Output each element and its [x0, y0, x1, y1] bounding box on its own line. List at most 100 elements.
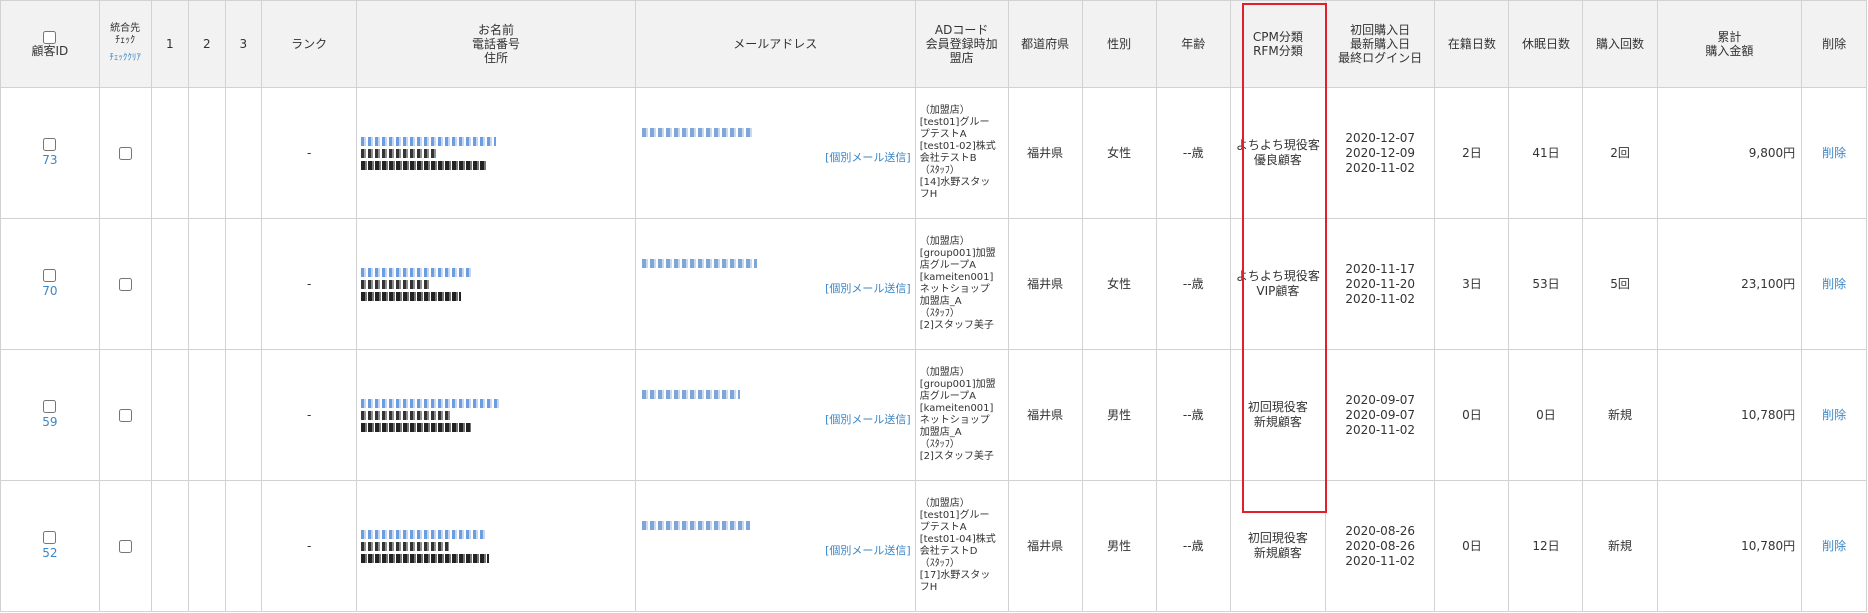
customer-id-link[interactable]: 59	[42, 415, 57, 429]
header-col-2: 2	[188, 0, 226, 88]
rank-cell: -	[260, 87, 358, 219]
customer-id-link[interactable]: 73	[42, 153, 57, 167]
days-enrolled-cell: 0日	[1434, 480, 1510, 612]
rank-cell: -	[260, 480, 358, 612]
header-rank: ランク	[260, 0, 358, 88]
redacted-name	[361, 136, 497, 146]
col-2-cell	[188, 349, 226, 481]
table-row: 73 - [個別メール送信] （加盟店） [test01]グルー プテストA […	[0, 87, 1867, 219]
col-1-cell	[150, 349, 190, 481]
header-email: メールアドレス	[634, 0, 916, 88]
redacted-email	[641, 521, 750, 530]
purchase-count-cell: 2回	[1582, 87, 1658, 219]
table-row: 70 - [個別メール送信] （加盟店） [group001]加盟 店グループA…	[0, 218, 1867, 350]
row-select-checkbox[interactable]	[43, 269, 57, 282]
header-name-phone-address: お名前 電話番号 住所	[356, 0, 636, 88]
gender-cell: 女性	[1081, 87, 1157, 219]
email-cell: [個別メール送信]	[634, 349, 916, 481]
delete-link[interactable]: 削除	[1822, 277, 1846, 291]
delete-cell: 削除	[1801, 218, 1867, 350]
redacted-email	[641, 390, 740, 399]
days-dormant-cell: 53日	[1508, 218, 1584, 350]
customer-id-cell: 52	[0, 480, 100, 612]
table-row: 52 - [個別メール送信] （加盟店） [test01]グルー プテストA […	[0, 480, 1867, 612]
col-1-cell	[150, 87, 190, 219]
ad-code-cell: （加盟店） [test01]グルー プテストA [test01-04]株式 会社…	[914, 480, 1009, 612]
header-days-enrolled: 在籍日数	[1434, 0, 1510, 88]
redacted-address	[361, 553, 490, 563]
age-cell: --歳	[1155, 349, 1231, 481]
merge-checkbox[interactable]	[118, 277, 132, 291]
header-prefecture: 都道府県	[1007, 0, 1083, 88]
header-gender: 性別	[1081, 0, 1157, 88]
customer-id-link[interactable]: 70	[42, 284, 57, 298]
header-days-dormant: 休眠日数	[1508, 0, 1584, 88]
row-select-checkbox[interactable]	[43, 531, 57, 544]
redacted-email	[641, 259, 757, 268]
delete-cell: 削除	[1801, 87, 1867, 219]
delete-link[interactable]: 削除	[1822, 408, 1846, 422]
redacted-phone	[361, 541, 450, 551]
classification-cell: よちよち現役客 優良顧客	[1229, 87, 1327, 219]
merge-check-cell	[98, 87, 152, 219]
merge-checkbox[interactable]	[118, 408, 132, 422]
send-mail-link[interactable]: [個別メール送信]	[825, 412, 911, 427]
header-ad-code: ADコード 会員登録時加 盟店	[914, 0, 1009, 88]
col-2-cell	[188, 87, 226, 219]
purchase-count-cell: 5回	[1582, 218, 1658, 350]
redacted-name	[361, 267, 472, 277]
col-2-cell	[188, 480, 226, 612]
name-phone-address-cell	[356, 349, 636, 481]
delete-link[interactable]: 削除	[1822, 146, 1846, 160]
check-clear-link[interactable]: ﾁｪｯｸｸﾘｱ	[103, 51, 148, 65]
col-1-cell	[150, 218, 190, 350]
customer-table: 顧客ID 統合先 ﾁｪｯｸ ﾁｪｯｸｸﾘｱ 1 2 3 ランク お名前 電話番号…	[0, 0, 1867, 612]
merge-checkbox[interactable]	[118, 539, 132, 553]
purchase-count-cell: 新規	[1582, 480, 1658, 612]
days-enrolled-cell: 0日	[1434, 349, 1510, 481]
ad-code-cell: （加盟店） [test01]グルー プテストA [test01-02]株式 会社…	[914, 87, 1009, 219]
purchase-count-cell: 新規	[1582, 349, 1658, 481]
customer-id-cell: 70	[0, 218, 100, 350]
redacted-email	[641, 128, 752, 137]
header-delete: 削除	[1801, 0, 1867, 88]
name-phone-address-cell	[356, 480, 636, 612]
delete-link[interactable]: 削除	[1822, 539, 1846, 553]
send-mail-link[interactable]: [個別メール送信]	[825, 281, 911, 296]
delete-cell: 削除	[1801, 349, 1867, 481]
total-amount-cell: 10,780円	[1656, 349, 1803, 481]
header-age: 年齢	[1155, 0, 1231, 88]
customer-list-page: 顧客ID 統合先 ﾁｪｯｸ ﾁｪｯｸｸﾘｱ 1 2 3 ランク お名前 電話番号…	[0, 0, 1868, 613]
email-cell: [個別メール送信]	[634, 480, 916, 612]
header-dates: 初回購入日 最新購入日 最終ログイン日	[1325, 0, 1436, 88]
row-select-checkbox[interactable]	[43, 138, 57, 151]
prefecture-cell: 福井県	[1007, 218, 1083, 350]
redacted-address	[361, 291, 462, 301]
email-cell: [個別メール送信]	[634, 87, 916, 219]
table-row: 59 - [個別メール送信] （加盟店） [group001]加盟 店グループA…	[0, 349, 1867, 481]
header-merge-check: 統合先 ﾁｪｯｸ ﾁｪｯｸｸﾘｱ	[98, 0, 152, 88]
row-select-checkbox[interactable]	[43, 400, 57, 413]
customer-id-link[interactable]: 52	[42, 546, 57, 560]
col-3-cell	[224, 480, 263, 612]
header-col-1: 1	[150, 0, 190, 88]
header-customer-id-label: 顧客ID	[31, 44, 69, 58]
total-amount-cell: 10,780円	[1656, 480, 1803, 612]
days-enrolled-cell: 2日	[1434, 87, 1510, 219]
rank-cell: -	[260, 218, 358, 350]
col-3-cell	[224, 218, 263, 350]
merge-checkbox[interactable]	[118, 146, 132, 160]
age-cell: --歳	[1155, 87, 1231, 219]
redacted-name	[361, 529, 487, 539]
send-mail-link[interactable]: [個別メール送信]	[825, 150, 911, 165]
redacted-phone	[361, 148, 437, 158]
select-all-checkbox[interactable]	[43, 31, 57, 44]
merge-check-cell	[98, 480, 152, 612]
redacted-phone	[361, 279, 432, 289]
total-amount-cell: 9,800円	[1656, 87, 1803, 219]
age-cell: --歳	[1155, 480, 1231, 612]
header-customer-id: 顧客ID	[0, 0, 100, 88]
header-col-3: 3	[224, 0, 263, 88]
redacted-name	[361, 398, 502, 408]
send-mail-link[interactable]: [個別メール送信]	[825, 543, 911, 558]
